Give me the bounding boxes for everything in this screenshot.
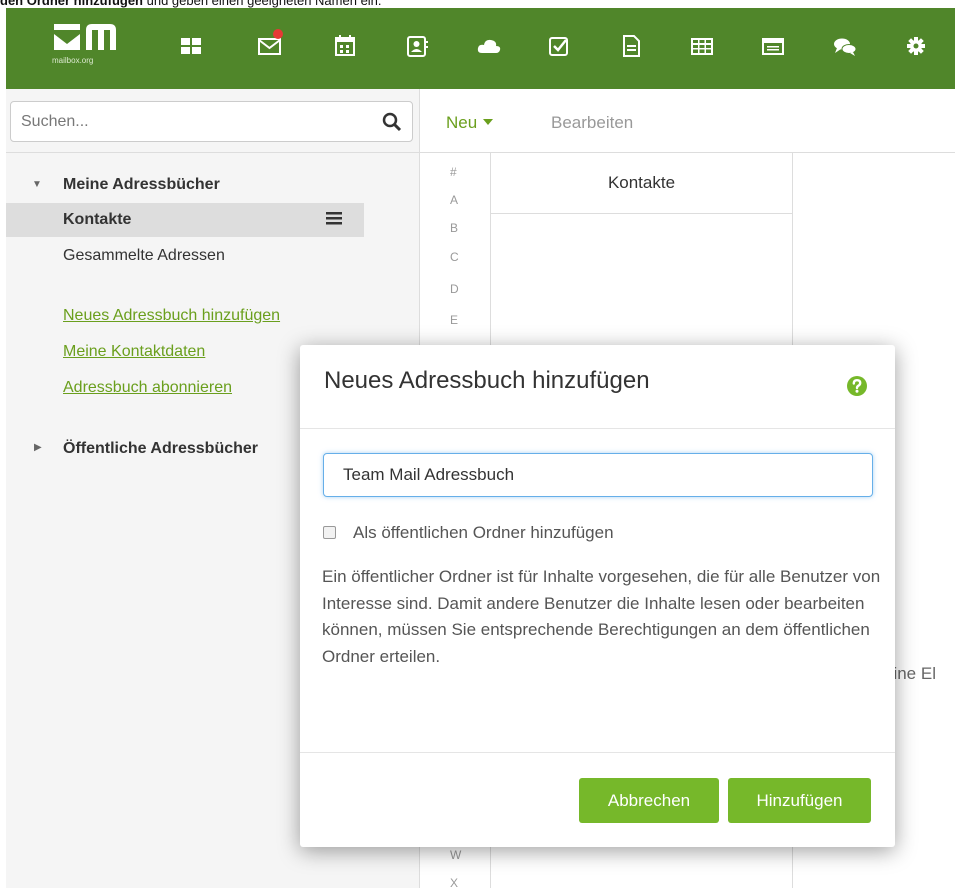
caption-text: den Ordner hinzufügen und geben einen ge… — [0, 0, 382, 8]
caret-down-icon[interactable]: ▼ — [32, 179, 42, 190]
address-book-name-input[interactable] — [323, 453, 873, 497]
contacts-toolbar: Neu Bearbeiten — [420, 89, 955, 153]
add-button[interactable]: Hinzufügen — [728, 778, 871, 823]
presentation-icon[interactable] — [760, 33, 786, 59]
dialog-footer-divider — [300, 752, 895, 753]
search-icon[interactable] — [382, 112, 402, 137]
sidebar-item-gesammelte-adressen[interactable]: Gesammelte Adressen — [63, 247, 225, 265]
letter-index-item[interactable]: E — [450, 313, 458, 327]
contact-list-header: Kontakte — [491, 153, 792, 214]
public-folder-checkbox-label[interactable]: Als öffentlichen Ordner hinzufügen — [353, 523, 614, 543]
tasks-icon[interactable] — [546, 33, 572, 59]
search-input[interactable] — [11, 102, 371, 141]
public-folder-checkbox[interactable] — [323, 526, 336, 539]
settings-icon[interactable] — [903, 33, 929, 59]
letter-index-item[interactable]: D — [450, 282, 459, 296]
document-caption: den Ordner hinzufügen und geben einen ge… — [0, 0, 955, 8]
dialog-title: Neues Adressbuch hinzufügen — [324, 367, 650, 394]
letter-index-item[interactable]: # — [450, 165, 457, 179]
caret-right-icon[interactable]: ▶ — [34, 442, 42, 453]
new-button[interactable]: Neu — [446, 113, 494, 133]
add-address-book-link[interactable]: Neues Adressbuch hinzufügen — [63, 307, 280, 325]
sidebar-item-kontakte[interactable]: Kontakte — [6, 203, 364, 237]
sidebar-item-label: Kontakte — [63, 211, 132, 228]
spreadsheet-icon[interactable] — [689, 33, 715, 59]
chat-icon[interactable] — [832, 33, 858, 59]
cancel-button[interactable]: Abbrechen — [579, 778, 719, 823]
dialog-divider — [300, 428, 895, 429]
public-address-books-header[interactable]: Öffentliche Adressbücher — [63, 440, 258, 458]
help-icon[interactable] — [846, 375, 868, 402]
new-button-label: Neu — [446, 113, 478, 132]
calendar-icon[interactable] — [332, 33, 358, 59]
add-address-book-dialog: Neues Adressbuch hinzufügen Als öffentli… — [300, 345, 895, 847]
caret-down-icon — [483, 119, 494, 125]
caption-bold: den Ordner hinzufügen — [0, 0, 143, 8]
contacts-icon[interactable] — [404, 33, 430, 59]
my-contact-data-link[interactable]: Meine Kontaktdaten — [63, 343, 205, 361]
my-address-books-header[interactable]: Meine Adressbücher — [63, 176, 220, 194]
top-navigation-bar: mailbox.org — [6, 8, 955, 89]
sidebar-divider — [6, 152, 420, 153]
search-box — [10, 101, 413, 142]
portal-icon[interactable] — [178, 33, 204, 59]
letter-index-item[interactable]: A — [450, 193, 458, 207]
letter-index-item[interactable]: C — [450, 250, 459, 264]
subscribe-address-book-link[interactable]: Adressbuch abonnieren — [63, 379, 232, 397]
menu-icon[interactable] — [326, 211, 342, 230]
letter-index-item[interactable]: X — [450, 876, 458, 888]
drive-icon[interactable] — [476, 33, 502, 59]
letter-index-item[interactable]: W — [450, 848, 461, 862]
letter-index-item[interactable]: B — [450, 221, 458, 235]
documents-icon[interactable] — [618, 33, 644, 59]
edit-button[interactable]: Bearbeiten — [551, 113, 633, 133]
caption-rest: und geben einen geeigneten Namen ein. — [143, 0, 382, 8]
mail-icon[interactable] — [257, 29, 283, 59]
public-folder-description: Ein öffentlicher Ordner ist für Inhalte … — [322, 567, 881, 666]
notification-dot — [273, 29, 283, 39]
mailbox-logo[interactable]: mailbox.org — [52, 22, 122, 72]
logo-text: mailbox.org — [52, 56, 94, 65]
